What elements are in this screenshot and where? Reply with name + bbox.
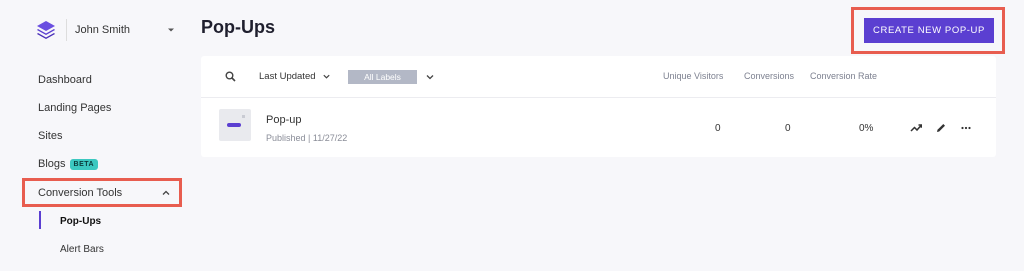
- sidebar-item-label: Blogs: [38, 158, 66, 170]
- chevron-down-icon[interactable]: [425, 72, 435, 82]
- conversions-value: 0: [785, 123, 791, 134]
- chevron-down-icon[interactable]: [166, 25, 176, 35]
- conversion-rate-value: 0%: [859, 123, 874, 134]
- sidebar-item-label: Conversion Tools: [38, 186, 123, 199]
- sidebar-item-label: Sites: [38, 130, 63, 142]
- unique-visitors-value: 0: [715, 123, 721, 134]
- trend-icon[interactable]: [910, 122, 922, 134]
- sidebar-item-landing-pages[interactable]: Landing Pages: [22, 94, 182, 122]
- popup-name[interactable]: Pop-up: [266, 114, 301, 126]
- popup-status: Published | 11/27/22: [266, 133, 348, 143]
- sidebar-item-label: Dashboard: [38, 74, 92, 86]
- sidebar-nav: Dashboard Landing Pages Sites Blogs BETA…: [22, 66, 182, 263]
- thumbnail-bar: [227, 123, 241, 127]
- sidebar-subitem-label: Alert Bars: [60, 243, 104, 255]
- table-row[interactable]: Pop-up Published | 11/27/22 0 0 0%: [201, 98, 996, 157]
- chevron-up-icon: [162, 190, 170, 195]
- labels-filter[interactable]: All Labels: [348, 70, 417, 84]
- search-icon[interactable]: [225, 71, 236, 82]
- sidebar-item-blogs[interactable]: Blogs BETA: [22, 150, 182, 178]
- create-new-popup-button[interactable]: CREATE NEW POP-UP: [864, 18, 994, 43]
- sidebar-item-sites[interactable]: Sites: [22, 122, 182, 150]
- sort-dropdown[interactable]: Last Updated: [259, 71, 331, 82]
- beta-badge: BETA: [69, 158, 99, 170]
- sidebar-item-dashboard[interactable]: Dashboard: [22, 66, 182, 94]
- column-header-unique-visitors[interactable]: Unique Visitors: [663, 71, 723, 81]
- user-name: John Smith: [75, 24, 131, 36]
- sidebar: John Smith Dashboard Landing Pages Sites…: [0, 0, 188, 271]
- column-header-conversions[interactable]: Conversions: [744, 71, 794, 81]
- sidebar-item-conversion-tools[interactable]: Conversion Tools: [22, 178, 182, 207]
- table-toolbar: Last Updated All Labels Unique Visitors …: [201, 56, 996, 98]
- create-button-highlight: CREATE NEW POP-UP: [851, 7, 1005, 54]
- more-icon[interactable]: [960, 122, 972, 134]
- account-switcher[interactable]: John Smith: [34, 17, 184, 43]
- thumbnail-dot: [242, 115, 245, 118]
- column-header-conversion-rate[interactable]: Conversion Rate: [810, 71, 877, 81]
- brand-divider: [66, 19, 67, 41]
- sidebar-subitem-label: Pop-Ups: [60, 215, 102, 227]
- sidebar-item-label: Landing Pages: [38, 102, 112, 114]
- popup-thumbnail: [219, 109, 251, 141]
- logo-icon: [37, 21, 55, 39]
- chevron-down-icon: [322, 74, 330, 79]
- sort-label: Last Updated: [259, 71, 316, 82]
- sidebar-subitem-pop-ups[interactable]: Pop-Ups: [22, 207, 182, 235]
- popups-table: Last Updated All Labels Unique Visitors …: [201, 56, 996, 157]
- sidebar-subitem-alert-bars[interactable]: Alert Bars: [22, 235, 182, 263]
- page-title: Pop-Ups: [201, 17, 275, 37]
- pencil-icon[interactable]: [935, 122, 947, 134]
